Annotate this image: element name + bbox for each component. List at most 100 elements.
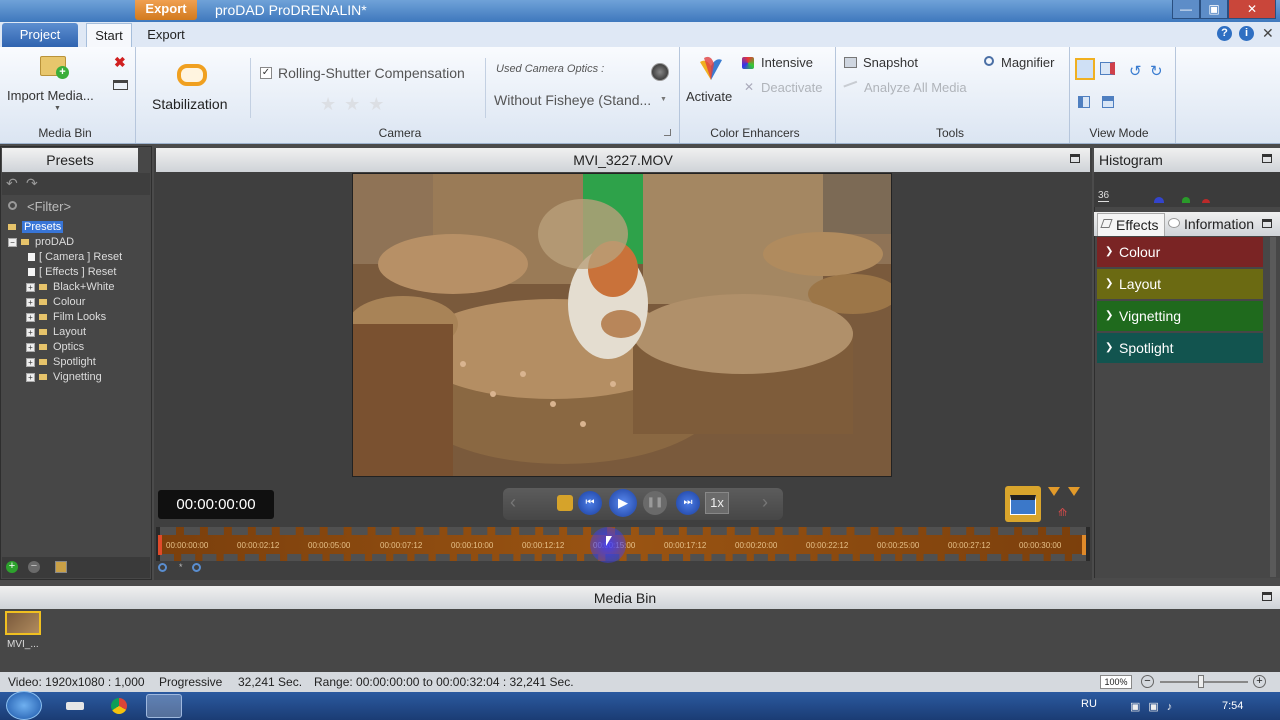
effect-vignetting[interactable]: ❯ Vignetting bbox=[1097, 301, 1263, 331]
deactivate-button[interactable]: Deactivate bbox=[761, 80, 822, 95]
intensive-button[interactable]: Intensive bbox=[761, 55, 813, 70]
tree-folder[interactable]: + Spotlight bbox=[8, 356, 148, 371]
rolling-shutter-checkbox[interactable]: ✓ bbox=[260, 67, 272, 79]
zoom-slider-thumb[interactable] bbox=[1198, 675, 1204, 688]
step-forward-button[interactable]: ⏭ bbox=[676, 491, 700, 515]
timeline-tick: 00:00:10:00 bbox=[451, 541, 494, 550]
view-single-icon[interactable] bbox=[1075, 58, 1095, 80]
minimize-button[interactable]: — bbox=[1172, 0, 1200, 19]
media-clip-thumbnail[interactable] bbox=[5, 611, 41, 635]
tab-export[interactable]: Export bbox=[138, 23, 194, 47]
tree-folder[interactable]: + Film Looks bbox=[8, 311, 148, 326]
timeline-end-marker[interactable] bbox=[1082, 535, 1086, 555]
optics-select[interactable]: Without Fisheye (Stand... ▼ bbox=[494, 92, 672, 112]
media-clip-label: MVI_... bbox=[7, 639, 39, 650]
tree-folder[interactable]: + Layout bbox=[8, 326, 148, 341]
next-arrow-icon[interactable]: › bbox=[762, 492, 768, 513]
info-icon[interactable]: i bbox=[1239, 26, 1254, 41]
effect-spotlight[interactable]: ❯ Spotlight bbox=[1097, 333, 1263, 363]
timeline-tick: 00:00:30:00 bbox=[1019, 541, 1062, 550]
tab-effects[interactable]: Effects bbox=[1097, 213, 1165, 236]
chevron-down-icon: ❯ bbox=[1105, 342, 1114, 353]
maximize-button[interactable]: ▣ bbox=[1200, 0, 1228, 19]
tree-reset-effects[interactable]: [ Effects ] Reset bbox=[8, 266, 148, 281]
maximize-panel-icon[interactable] bbox=[1262, 592, 1272, 601]
close-ribbon-icon[interactable]: ✕ bbox=[1262, 25, 1274, 42]
loop-icon[interactable] bbox=[557, 495, 573, 511]
plus-badge-icon: + bbox=[56, 66, 69, 79]
zoom-slider[interactable] bbox=[1160, 681, 1248, 683]
zoom-out-icon[interactable]: − bbox=[1141, 675, 1154, 688]
effect-colour[interactable]: ❯ Colour bbox=[1097, 237, 1263, 267]
taskbar-clock[interactable]: 7:54 bbox=[1222, 700, 1243, 712]
tab-information[interactable]: Information bbox=[1166, 213, 1262, 236]
playhead-marker[interactable] bbox=[158, 535, 162, 555]
save-preset-icon[interactable] bbox=[55, 561, 67, 573]
redo-icon[interactable]: ↷ bbox=[26, 175, 38, 192]
magnifier-button[interactable]: Magnifier bbox=[1001, 55, 1054, 70]
camera-lens-icon[interactable] bbox=[651, 63, 669, 81]
view-compare-icon[interactable] bbox=[1100, 62, 1115, 75]
chevron-down-icon: ▼ bbox=[660, 96, 667, 103]
marker-out-icon[interactable] bbox=[1068, 487, 1080, 496]
close-button[interactable]: ✕ bbox=[1228, 0, 1276, 19]
dialog-launcher-icon[interactable] bbox=[664, 129, 671, 136]
tree-folder[interactable]: + Black+White bbox=[8, 281, 148, 296]
add-preset-icon[interactable]: + bbox=[6, 561, 18, 573]
group-label-view-mode: View Mode bbox=[1089, 126, 1149, 140]
start-button[interactable] bbox=[6, 691, 42, 720]
taskbar-language[interactable]: RU bbox=[1081, 698, 1097, 710]
tree-folder[interactable]: + Optics bbox=[8, 341, 148, 356]
marker-in-icon[interactable] bbox=[1048, 487, 1060, 496]
import-media-button[interactable]: + Import Media... ▼ bbox=[4, 52, 104, 116]
taskbar-app-icon[interactable] bbox=[66, 702, 84, 710]
maximize-panel-icon[interactable] bbox=[1262, 219, 1272, 228]
filter-input[interactable]: <Filter> bbox=[27, 199, 71, 214]
preset-tree: Presets − proDAD [ Camera ] Reset [ Effec… bbox=[8, 221, 148, 386]
remove-media-icon[interactable]: ✖ bbox=[114, 54, 126, 71]
play-button[interactable]: ▶ bbox=[609, 489, 637, 517]
tree-group[interactable]: − proDAD bbox=[8, 236, 148, 251]
tree-reset-camera[interactable]: [ Camera ] Reset bbox=[8, 251, 148, 266]
tab-project[interactable]: Project bbox=[2, 23, 78, 47]
effects-scrollbar[interactable] bbox=[1270, 237, 1276, 577]
zoom-in-timeline-icon[interactable] bbox=[158, 563, 167, 572]
chevron-down-icon: ❯ bbox=[1105, 310, 1114, 321]
step-back-button[interactable]: ⏮ bbox=[578, 491, 602, 515]
video-frame[interactable] bbox=[352, 173, 892, 477]
zoom-out-timeline-icon[interactable] bbox=[192, 563, 201, 572]
activate-button[interactable]: Activate bbox=[684, 52, 736, 116]
view-split-horizontal-icon[interactable] bbox=[1102, 96, 1114, 108]
help-icon[interactable]: ? bbox=[1217, 26, 1232, 41]
trim-icon[interactable]: ⟰ bbox=[1058, 506, 1067, 519]
context-tab-export[interactable]: Export bbox=[135, 0, 197, 20]
zoom-reset-timeline-icon[interactable]: * bbox=[179, 562, 183, 572]
undo-view-icon[interactable]: ↺ bbox=[1129, 62, 1142, 80]
media-bin-header: Media Bin bbox=[0, 586, 1280, 609]
media-list-icon[interactable] bbox=[113, 80, 128, 90]
snapshot-button[interactable]: Snapshot bbox=[863, 55, 918, 70]
export-clip-button[interactable] bbox=[1005, 486, 1041, 522]
tree-root[interactable]: Presets bbox=[8, 221, 148, 236]
maximize-panel-icon[interactable] bbox=[1262, 154, 1272, 163]
pause-button[interactable]: ❚❚ bbox=[643, 491, 667, 515]
optics-select-value: Without Fisheye (Stand... bbox=[494, 92, 652, 108]
speed-button[interactable]: 1x bbox=[705, 492, 729, 514]
view-split-vertical-icon[interactable] bbox=[1078, 96, 1090, 108]
effect-layout[interactable]: ❯ Layout bbox=[1097, 269, 1263, 299]
tree-folder[interactable]: + Colour bbox=[8, 296, 148, 311]
taskbar-prodrenalin-icon[interactable] bbox=[146, 694, 182, 718]
presets-toolbar bbox=[2, 173, 150, 195]
tree-folder[interactable]: + Vignetting bbox=[8, 371, 148, 386]
analyze-all-media-button[interactable]: Analyze All Media bbox=[864, 80, 967, 95]
taskbar-chrome-icon[interactable] bbox=[111, 698, 127, 714]
maximize-panel-icon[interactable] bbox=[1070, 154, 1080, 163]
tab-start[interactable]: Start bbox=[86, 23, 132, 47]
zoom-in-icon[interactable]: + bbox=[1253, 675, 1266, 688]
remove-preset-icon[interactable]: − bbox=[28, 561, 40, 573]
filter-search-icon bbox=[8, 201, 17, 210]
undo-icon[interactable]: ↶ bbox=[6, 175, 18, 192]
redo-view-icon[interactable]: ↻ bbox=[1150, 62, 1163, 80]
status-duration: 32,241 Sec. bbox=[238, 675, 303, 689]
prev-arrow-icon[interactable]: ‹ bbox=[510, 492, 516, 513]
